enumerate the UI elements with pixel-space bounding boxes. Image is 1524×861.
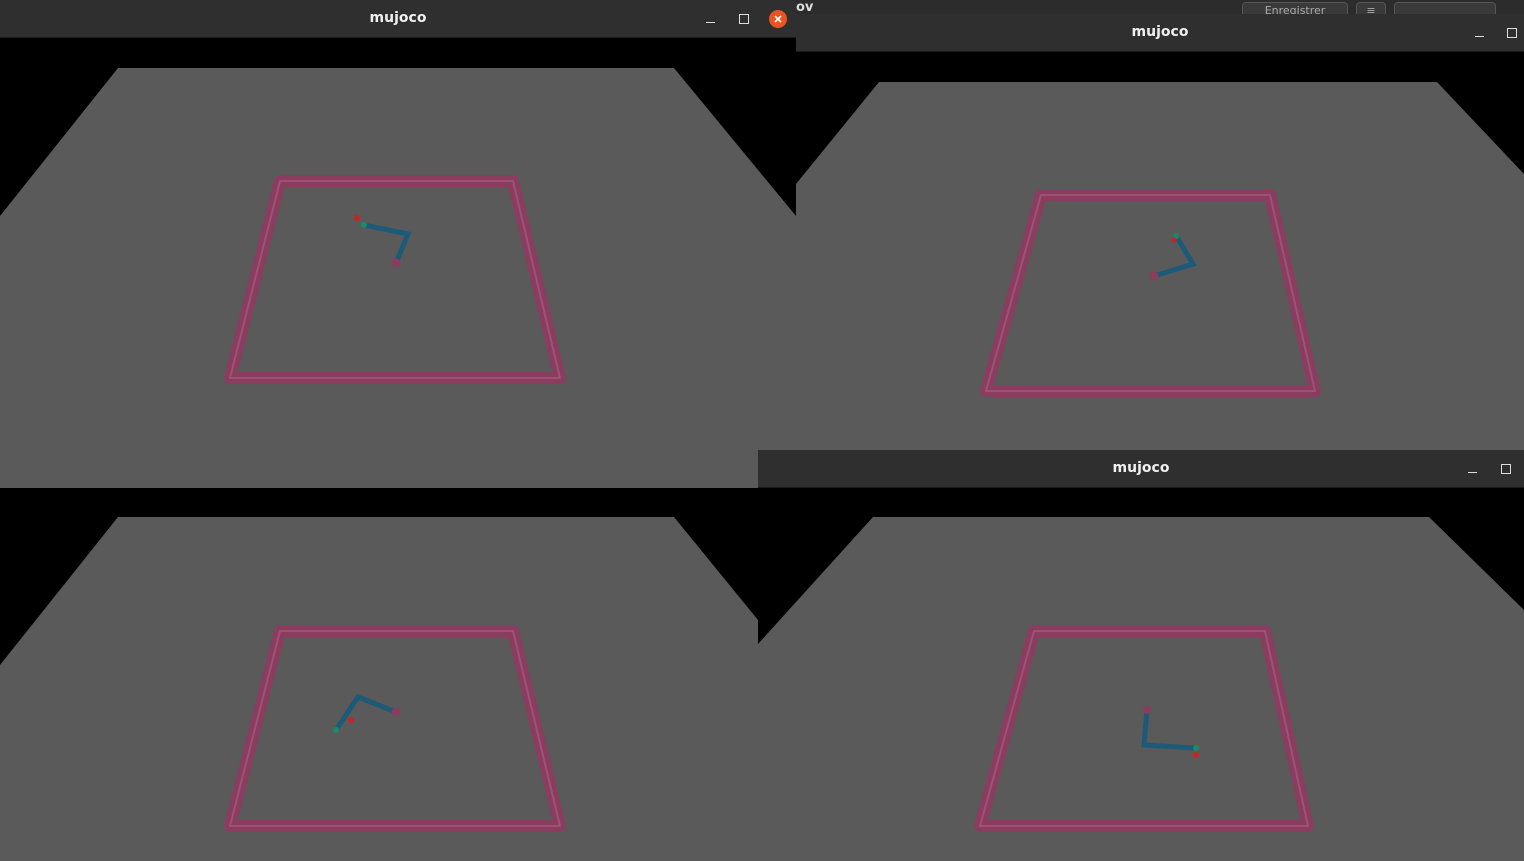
mujoco-window-3[interactable]: mujoco bbox=[758, 450, 1524, 861]
arm-base bbox=[1149, 271, 1159, 281]
floor-plane bbox=[0, 517, 758, 861]
arm-base bbox=[391, 258, 401, 268]
scene-1 bbox=[0, 68, 796, 488]
scene-3 bbox=[758, 517, 1524, 861]
window-3-titlebar[interactable]: mujoco bbox=[758, 450, 1524, 488]
window-4-viewport[interactable] bbox=[0, 488, 758, 861]
window-1-title: mujoco bbox=[369, 10, 427, 26]
mujoco-window-4[interactable] bbox=[0, 488, 758, 861]
minimize-icon[interactable] bbox=[1462, 459, 1482, 479]
floor-plane bbox=[0, 68, 796, 488]
scene-4 bbox=[0, 517, 758, 861]
window-2-title: mujoco bbox=[1131, 24, 1189, 40]
target bbox=[1193, 752, 1199, 758]
floor-plane bbox=[758, 517, 1524, 861]
background-window-title: ov bbox=[796, 0, 814, 15]
arm-base bbox=[1143, 706, 1151, 714]
minimize-icon[interactable] bbox=[1469, 23, 1489, 43]
minimize-icon[interactable] bbox=[700, 9, 720, 29]
maximize-icon[interactable] bbox=[1496, 459, 1516, 479]
mujoco-window-2[interactable]: mujoco bbox=[796, 14, 1524, 450]
window-1-viewport[interactable] bbox=[0, 38, 796, 488]
fingertip bbox=[333, 727, 339, 733]
window-3-title: mujoco bbox=[1112, 460, 1170, 476]
mujoco-window-1[interactable]: mujoco bbox=[0, 0, 796, 488]
maximize-icon[interactable] bbox=[1502, 23, 1522, 43]
fingertip bbox=[1193, 745, 1199, 751]
target bbox=[348, 717, 354, 723]
window-2-titlebar[interactable]: mujoco bbox=[796, 14, 1524, 52]
maximize-icon[interactable] bbox=[734, 9, 754, 29]
scene-2 bbox=[796, 82, 1524, 450]
window-3-viewport[interactable] bbox=[758, 488, 1524, 861]
fingertip bbox=[361, 222, 367, 228]
close-icon[interactable] bbox=[769, 10, 787, 28]
target bbox=[354, 215, 360, 221]
arm-base bbox=[391, 707, 401, 717]
window-1-titlebar[interactable]: mujoco bbox=[0, 0, 796, 38]
window-2-viewport[interactable] bbox=[796, 52, 1524, 450]
target bbox=[1171, 237, 1177, 243]
